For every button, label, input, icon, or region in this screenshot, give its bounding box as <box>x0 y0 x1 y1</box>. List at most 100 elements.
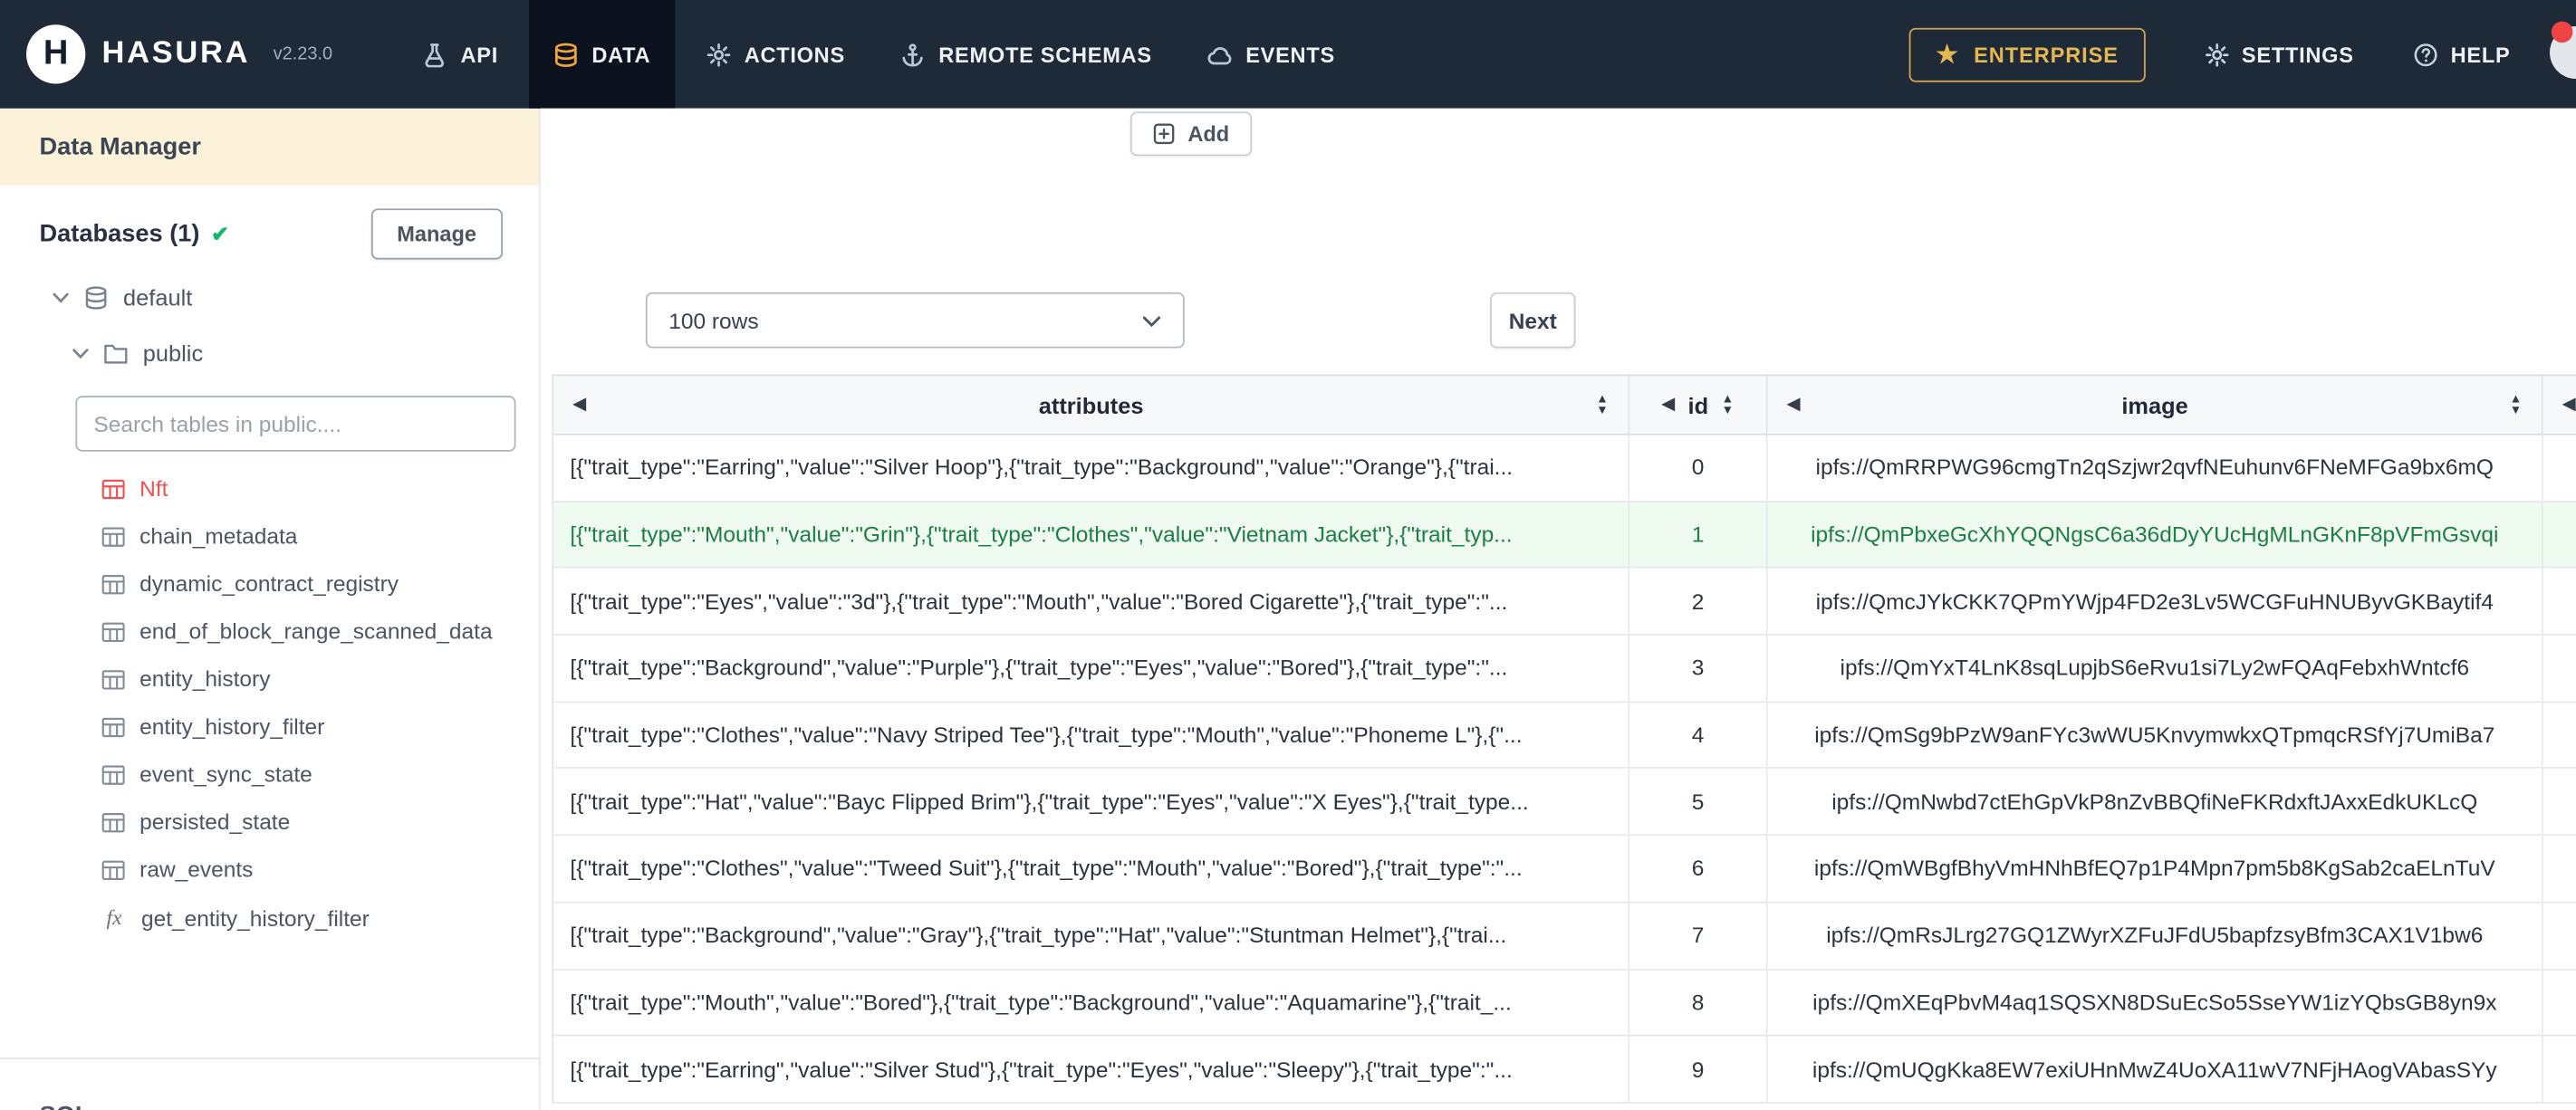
cell-partial[interactable] <box>2542 970 2576 1037</box>
table-row[interactable]: [{"trait_type":"Background","value":"Gra… <box>553 903 2576 971</box>
cell-image[interactable]: ipfs://QmPbxeGcXhYQQNgsC6a36dDyYUcHgMLnG… <box>1767 502 2543 569</box>
collapse-column-icon[interactable]: ◀ <box>1787 396 1800 413</box>
nav-item-remote-schemas[interactable]: REMOTE SCHEMAS <box>876 0 1177 109</box>
cell-attributes[interactable]: [{"trait_type":"Earring","value":"Silver… <box>553 435 1630 502</box>
sidebar-table-item[interactable]: dynamic_contract_registry <box>0 560 539 608</box>
anchor-icon <box>901 42 926 66</box>
nav-item-events[interactable]: EVENTS <box>1183 0 1360 109</box>
column-header-attributes[interactable]: ◀ attributes ▲ ▼ <box>553 376 1630 435</box>
manage-button[interactable]: Manage <box>370 208 504 260</box>
collapse-column-icon[interactable]: ◀ <box>1662 396 1675 413</box>
sidebar-table-item[interactable]: chain_metadata <box>0 512 539 560</box>
tree-item-public-schema[interactable]: public <box>0 325 539 381</box>
search-wrap <box>0 381 539 465</box>
search-tables-input[interactable] <box>75 396 516 452</box>
cell-partial[interactable] <box>2542 769 2576 837</box>
sidebar-table-item[interactable]: event_sync_state <box>0 751 539 799</box>
cell-image[interactable]: ipfs://QmYxT4LnK8sqLupjbS6eRvu1si7Ly2wFQ… <box>1767 636 2543 703</box>
cell-attributes[interactable]: [{"trait_type":"Earring","value":"Silver… <box>553 1036 1630 1104</box>
add-row-button[interactable]: Add <box>1129 111 1253 157</box>
cell-id[interactable]: 4 <box>1629 702 1768 770</box>
column-header-id[interactable]: ◀ id ▲ ▼ <box>1629 376 1768 435</box>
nav-item-data[interactable]: DATA <box>529 0 676 109</box>
table-name: chain_metadata <box>139 523 298 549</box>
table-row[interactable]: [{"trait_type":"Mouth","value":"Grin"},{… <box>553 502 2576 569</box>
collapse-column-icon[interactable]: ◀ <box>2563 396 2576 413</box>
table-row[interactable]: [{"trait_type":"Eyes","value":"3d"},{"tr… <box>553 569 2576 636</box>
cell-image[interactable]: ipfs://QmRsJLrg27GQ1ZWyrXZFuJFdU5bapfzsy… <box>1767 903 2543 971</box>
sidebar-table-item[interactable]: entity_history <box>0 655 539 703</box>
tree-item-default-database[interactable]: default <box>0 269 539 325</box>
table-row[interactable]: [{"trait_type":"Background","value":"Pur… <box>553 636 2576 703</box>
table-row[interactable]: [{"trait_type":"Earring","value":"Silver… <box>553 1036 2576 1104</box>
cell-partial[interactable] <box>2542 903 2576 971</box>
cell-attributes[interactable]: [{"trait_type":"Mouth","value":"Grin"},{… <box>553 502 1630 569</box>
cell-id[interactable]: 6 <box>1629 836 1768 904</box>
table-name: dynamic_contract_registry <box>139 571 399 597</box>
sort-icon[interactable]: ▲ ▼ <box>1722 393 1734 416</box>
cell-id[interactable]: 7 <box>1629 903 1768 971</box>
cell-image[interactable]: ipfs://QmXEqPbvM4aq1SQSXN8DSuEcSo5SseYW1… <box>1767 970 2543 1037</box>
brand[interactable]: H HASURA v2.23.0 <box>26 24 332 84</box>
cell-attributes[interactable]: [{"trait_type":"Background","value":"Gra… <box>553 903 1630 971</box>
collapse-column-icon[interactable]: ◀ <box>573 396 586 413</box>
cell-attributes[interactable]: [{"trait_type":"Clothes","value":"Tweed … <box>553 836 1630 904</box>
sidebar-table-item[interactable]: raw_events <box>0 846 539 894</box>
nav-item-actions[interactable]: ACTIONS <box>682 0 870 109</box>
cell-id[interactable]: 5 <box>1629 769 1768 837</box>
table-name: raw_events <box>139 856 254 883</box>
cell-attributes[interactable]: [{"trait_type":"Background","value":"Pur… <box>553 636 1630 703</box>
cell-partial[interactable] <box>2542 836 2576 904</box>
cell-attributes[interactable]: [{"trait_type":"Clothes","value":"Navy S… <box>553 702 1630 770</box>
sidebar-function-item[interactable]: fx get_entity_history_filter <box>0 894 539 943</box>
sidebar-table-item[interactable]: end_of_block_range_scanned_data <box>0 608 539 655</box>
sort-icon[interactable]: ▲ ▼ <box>2510 393 2522 416</box>
sidebar: Data Manager Databases (1) ✔ Manage defa… <box>0 108 541 1110</box>
cell-attributes[interactable]: [{"trait_type":"Mouth","value":"Bored"},… <box>553 970 1630 1037</box>
cell-attributes[interactable]: [{"trait_type":"Eyes","value":"3d"},{"tr… <box>553 569 1630 636</box>
cell-id[interactable]: 2 <box>1629 569 1768 636</box>
table-row[interactable]: [{"trait_type":"Mouth","value":"Bored"},… <box>553 970 2576 1037</box>
settings-button[interactable]: SETTINGS <box>2204 42 2353 66</box>
cell-partial[interactable] <box>2542 1036 2576 1104</box>
chevron-down-icon[interactable] <box>72 348 89 359</box>
chevron-down-icon[interactable] <box>53 292 69 303</box>
cell-id[interactable]: 9 <box>1629 1036 1768 1104</box>
sidebar-table-item[interactable]: Nft <box>0 464 539 512</box>
cell-image[interactable]: ipfs://QmRRPWG96cmgTn2qSzjwr2qvfNEuhunv6… <box>1767 435 2543 502</box>
column-header-partial[interactable]: ◀ <box>2542 376 2576 435</box>
hasura-console: H HASURA v2.23.0 API DATA ACTIONS REMOTE… <box>0 0 2576 1110</box>
table-row[interactable]: [{"trait_type":"Earring","value":"Silver… <box>553 435 2576 502</box>
rows-per-page-select[interactable]: 100 rows <box>645 292 1185 349</box>
cell-partial[interactable] <box>2542 636 2576 703</box>
cell-attributes[interactable]: [{"trait_type":"Hat","value":"Bayc Flipp… <box>553 769 1630 837</box>
next-page-button[interactable]: Next <box>1490 292 1576 349</box>
sql-section-label[interactable]: SQL <box>0 1057 539 1110</box>
cell-image[interactable]: ipfs://QmUQgKka8EW7exiUHnMwZ4UoXA11wV7NF… <box>1767 1036 2543 1104</box>
table-grid-icon <box>101 669 125 689</box>
sort-icon[interactable]: ▲ ▼ <box>1596 393 1608 416</box>
cell-image[interactable]: ipfs://QmWBgfBhyVmHNhBfEQ7p1P4Mpn7pm5b8K… <box>1767 836 2543 904</box>
help-button[interactable]: HELP <box>2413 42 2511 66</box>
flask-icon <box>423 42 447 67</box>
cell-id[interactable]: 0 <box>1629 435 1768 502</box>
sidebar-table-item[interactable]: persisted_state <box>0 799 539 847</box>
cell-image[interactable]: ipfs://QmSg9bPzW9anFYc3wWU5KnvymwkxQTpmq… <box>1767 702 2543 770</box>
nav-item-api[interactable]: API <box>399 0 524 109</box>
table-row[interactable]: [{"trait_type":"Clothes","value":"Navy S… <box>553 702 2576 770</box>
cell-image[interactable]: ipfs://QmNwbd7ctEhGpVkP8nZvBBQfiNeFKRdxf… <box>1767 769 2543 837</box>
enterprise-button[interactable]: ★ ENTERPRISE <box>1909 26 2145 81</box>
cell-id[interactable]: 1 <box>1629 502 1768 569</box>
cell-partial[interactable] <box>2542 569 2576 636</box>
cell-image[interactable]: ipfs://QmcJYkCKK7QPmYWjp4FD2e3Lv5WCGFuHN… <box>1767 569 2543 636</box>
help-icon <box>2413 42 2437 66</box>
cell-partial[interactable] <box>2542 702 2576 770</box>
sidebar-table-item[interactable]: entity_history_filter <box>0 703 539 751</box>
cell-id[interactable]: 3 <box>1629 636 1768 703</box>
table-row[interactable]: [{"trait_type":"Clothes","value":"Tweed … <box>553 836 2576 904</box>
column-header-image[interactable]: ◀ image ▲ ▼ <box>1767 376 2543 435</box>
cell-partial[interactable] <box>2542 502 2576 569</box>
cell-id[interactable]: 8 <box>1629 970 1768 1037</box>
table-row[interactable]: [{"trait_type":"Hat","value":"Bayc Flipp… <box>553 769 2576 837</box>
cell-partial[interactable] <box>2542 435 2576 502</box>
